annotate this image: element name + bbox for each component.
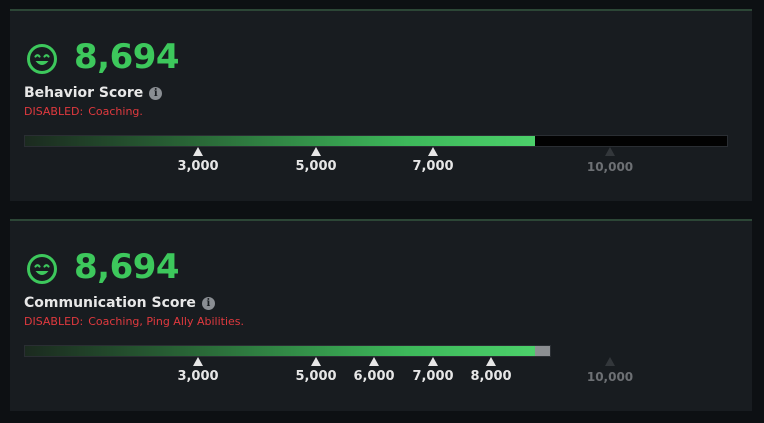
behavior-score-title: Behavior Score i bbox=[24, 84, 163, 102]
disabled-features: Coaching. bbox=[88, 105, 143, 118]
tick-arrow-icon bbox=[369, 357, 379, 366]
tick-arrow-icon bbox=[605, 147, 615, 156]
behavior-score-bar-fill bbox=[25, 136, 535, 146]
smiley-icon bbox=[27, 44, 57, 74]
disabled-label: DISABLED: bbox=[24, 105, 84, 118]
communication-disabled-line: DISABLED: Coaching, Ping Ally Abilities. bbox=[24, 315, 244, 329]
communication-score-bar bbox=[24, 345, 551, 357]
tick-label: 8,000 bbox=[470, 369, 512, 384]
behavior-score-label: Behavior Score bbox=[24, 85, 144, 101]
behavior-score-bar bbox=[24, 135, 728, 147]
tick-label: 3,000 bbox=[177, 159, 219, 174]
tick-label: 7,000 bbox=[412, 159, 454, 174]
disabled-features: Coaching, Ping Ally Abilities. bbox=[88, 315, 244, 328]
tick-arrow-icon bbox=[428, 147, 438, 156]
communication-score-title: Communication Score i bbox=[24, 294, 215, 312]
tick-label: 3,000 bbox=[177, 369, 219, 384]
disabled-label: DISABLED: bbox=[24, 315, 84, 328]
info-icon[interactable]: i bbox=[149, 87, 163, 100]
info-icon[interactable]: i bbox=[201, 297, 215, 310]
tick-label: 5,000 bbox=[295, 159, 337, 174]
behavior-score-panel: 8,694 Behavior Score i DISABLED: Coaching.… bbox=[10, 9, 752, 201]
communication-score-bar-remainder bbox=[535, 346, 550, 356]
tick-arrow-icon bbox=[486, 357, 496, 366]
smiley-icon bbox=[27, 254, 57, 284]
communication-score-bar-fill bbox=[25, 346, 535, 356]
tick-arrow-icon bbox=[311, 147, 321, 156]
communication-score-value: 8,694 bbox=[74, 247, 180, 287]
tick-arrow-icon bbox=[311, 357, 321, 366]
behavior-score-value: 8,694 bbox=[74, 37, 180, 77]
tick-arrow-icon bbox=[605, 357, 615, 366]
tick-arrow-icon bbox=[428, 357, 438, 366]
tick-label-max: 10,000 bbox=[586, 160, 634, 174]
communication-score-label: Communication Score bbox=[24, 295, 196, 311]
tick-arrow-icon bbox=[193, 357, 203, 366]
behavior-disabled-line: DISABLED: Coaching. bbox=[24, 105, 143, 119]
tick-label-max: 10,000 bbox=[586, 370, 634, 384]
communication-score-panel: 8,694 Communication Score i DISABLED: Coac… bbox=[10, 219, 752, 411]
tick-arrow-icon bbox=[193, 147, 203, 156]
